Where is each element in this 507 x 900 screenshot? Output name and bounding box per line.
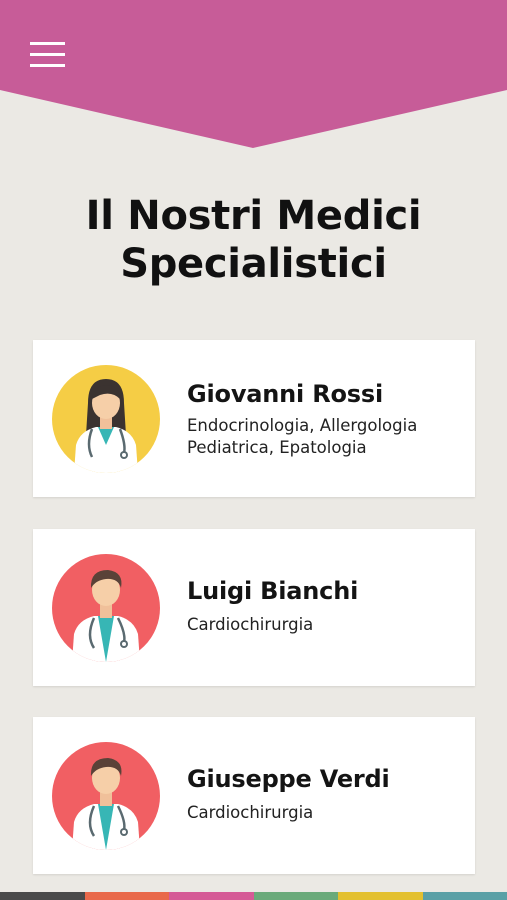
hamburger-icon-line xyxy=(30,53,65,56)
menu-button[interactable] xyxy=(30,40,66,70)
footer-color-segment xyxy=(169,892,254,900)
female-doctor-icon xyxy=(52,365,160,473)
male-doctor-icon xyxy=(52,742,160,850)
doctor-name: Giovanni Rossi xyxy=(187,380,383,408)
doctor-specialty: Cardiochirurgia xyxy=(187,615,314,634)
hamburger-icon-line xyxy=(30,42,65,45)
male-doctor-icon xyxy=(52,554,160,662)
footer-color-segment xyxy=(0,892,85,900)
footer-color-segment xyxy=(253,892,338,900)
doctor-name: Giuseppe Verdi xyxy=(187,765,390,793)
doctor-card[interactable]: Giuseppe Verdi Cardiochirurgia xyxy=(33,717,475,874)
footer-color-segment xyxy=(338,892,423,900)
doctor-specialty: Endocrinologia, Allergologia xyxy=(187,416,418,435)
doctor-card[interactable]: Luigi Bianchi Cardiochirurgia xyxy=(33,529,475,686)
footer-color-segment xyxy=(84,892,169,900)
footer-color-bar xyxy=(0,892,507,900)
hamburger-icon-line xyxy=(30,64,65,67)
top-banner xyxy=(0,0,507,150)
doctor-name: Luigi Bianchi xyxy=(187,577,359,605)
doctor-card[interactable]: Giovanni Rossi Endocrinologia, Allergolo… xyxy=(33,340,475,497)
page-title-line-1: Il Nostri Medici xyxy=(85,193,422,239)
doctor-specialty: Pediatrica, Epatologia xyxy=(187,438,367,457)
page-title-line-2: Specialistici xyxy=(120,241,387,287)
footer-color-segment xyxy=(422,892,507,900)
doctor-specialty: Cardiochirurgia xyxy=(187,803,314,822)
page-title: Il Nostri Medici Specialistici xyxy=(0,192,507,288)
